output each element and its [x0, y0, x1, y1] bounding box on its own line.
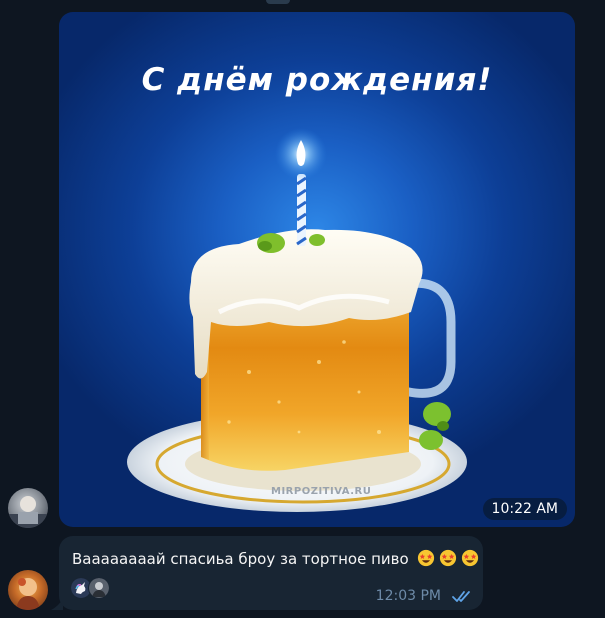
user-avatar[interactable] [88, 577, 110, 599]
person-photo-icon [16, 578, 40, 610]
person-photo-icon [8, 496, 48, 528]
star-struck-emoji-icon [440, 549, 457, 567]
person-photo-icon [89, 578, 109, 598]
double-check-icon [452, 591, 470, 602]
watermark: MIRPOZITIVA.RU [271, 486, 372, 497]
reaction-avatars[interactable] [70, 577, 110, 599]
message-text: Ваааааааай спасиьа броу за тортное пиво [72, 550, 409, 568]
message-timestamp: 12:03 PM [375, 588, 441, 604]
message-text-line: Ваааааааай спасиьа броу за тортное пиво [72, 549, 479, 568]
sender-avatar[interactable] [8, 488, 48, 528]
photo-message[interactable]: С днём рождения! MIRPOZITIVA.RU 10:22 AM [59, 12, 575, 527]
photo-timestamp: 10:22 AM [482, 498, 567, 520]
greeting-title: С днём рождения! [141, 62, 493, 98]
my-avatar[interactable] [8, 570, 48, 610]
scroll-indicator [266, 0, 290, 4]
star-struck-emoji-icon [462, 549, 479, 567]
text-message[interactable]: Ваааааааай спасиьа броу за тортное пиво [59, 536, 483, 610]
star-struck-emoji-icon [418, 549, 435, 567]
